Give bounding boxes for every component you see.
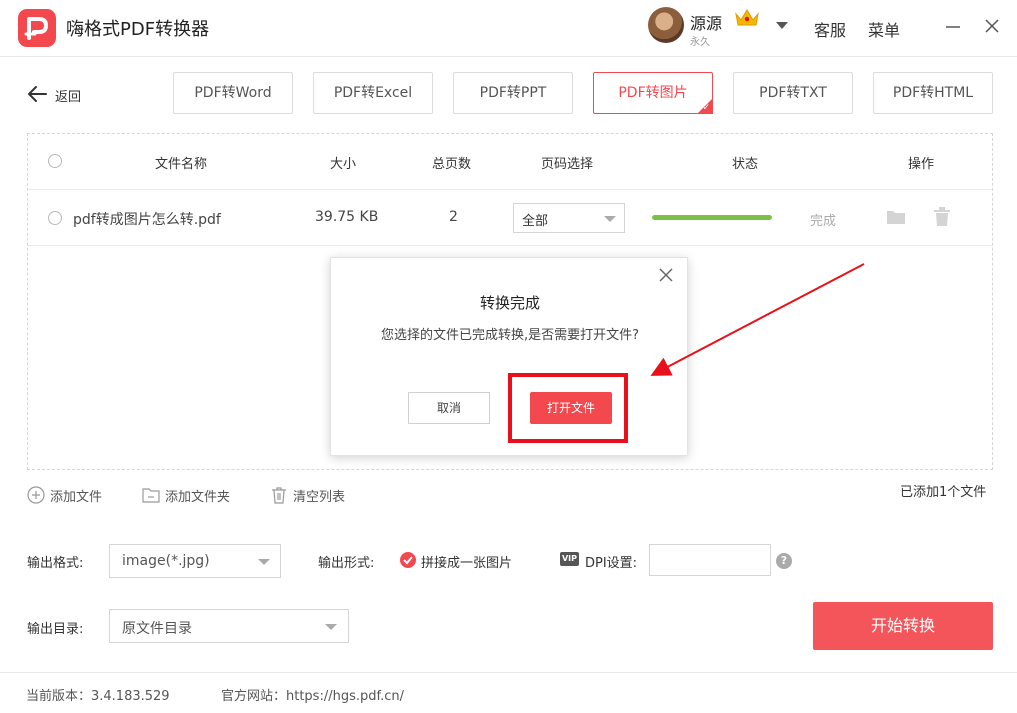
trash-icon[interactable] (933, 207, 951, 231)
output-mode-label: 输出形式: (318, 556, 375, 571)
row-page-count: 2 (449, 209, 458, 225)
page-select-dropdown[interactable]: 全部 (513, 203, 625, 233)
status-text: 完成 (810, 214, 837, 229)
row-select-radio[interactable] (48, 211, 62, 225)
header-divider-line (28, 189, 992, 190)
membership-label: 永久 (690, 37, 710, 48)
back-button[interactable]: 返回 (26, 82, 96, 106)
conversion-progress (652, 215, 772, 220)
user-dropdown-icon[interactable] (776, 22, 788, 29)
add-file-button[interactable]: 添加文件 (26, 485, 116, 505)
output-dir-value: 原文件目录 (122, 621, 192, 637)
output-format-dropdown[interactable]: image(*.jpg) (109, 544, 281, 578)
row-file-name: pdf转成图片怎么转.pdf (73, 212, 221, 228)
header-size: 大小 (330, 157, 357, 172)
header-page-select: 页码选择 (541, 157, 594, 172)
merge-image-checkbox[interactable] (400, 552, 416, 568)
dpi-input[interactable] (649, 544, 771, 576)
close-icon[interactable] (980, 14, 1004, 38)
output-dir-label: 输出目录: (27, 622, 84, 637)
folder-plus-icon (142, 488, 160, 503)
header-divider (0, 56, 1017, 57)
crown-icon (733, 6, 761, 32)
output-format-label: 输出格式: (27, 556, 84, 571)
version-text: 当前版本：3.4.183.529 (26, 689, 170, 704)
header-actions: 操作 (908, 157, 935, 172)
clear-list-button[interactable]: 清空列表 (269, 485, 359, 505)
customer-service-link[interactable]: 客服 (814, 17, 846, 41)
back-label: 返回 (55, 90, 82, 105)
user-name: 源源 (690, 14, 723, 33)
chevron-down-icon (258, 559, 270, 565)
app-title: 嗨格式PDF转换器 (66, 19, 210, 40)
pdf-logo-icon (18, 9, 56, 47)
clear-list-label: 清空列表 (293, 490, 346, 505)
progress-fill (652, 215, 772, 220)
output-format-value: image(*.jpg) (122, 553, 210, 569)
row-divider-line (28, 245, 992, 246)
help-icon[interactable]: ? (776, 553, 792, 569)
avatar[interactable] (648, 7, 684, 43)
tab-pdf-to-ppt[interactable]: PDF转PPT (453, 72, 573, 114)
folder-icon[interactable] (886, 208, 906, 230)
tab-pdf-to-html[interactable]: PDF转HTML (873, 72, 993, 114)
footer-divider (0, 672, 1017, 673)
tab-pdf-to-excel[interactable]: PDF转Excel (313, 72, 433, 114)
tab-pdf-to-image[interactable]: PDF转图片 ✓ (593, 72, 713, 114)
output-dir-dropdown[interactable]: 原文件目录 (109, 609, 349, 643)
file-count-text: 已添加1个文件 (900, 485, 987, 500)
start-convert-button[interactable]: 开始转换 (813, 602, 993, 650)
header-status: 状态 (732, 157, 759, 172)
header-file-name: 文件名称 (155, 157, 208, 172)
page-select-value: 全部 (522, 214, 549, 229)
select-all-radio[interactable] (48, 154, 62, 168)
vip-badge-icon: VIP (560, 552, 579, 566)
cancel-button[interactable]: 取消 (408, 392, 490, 424)
add-file-label: 添加文件 (50, 490, 103, 505)
add-folder-button[interactable]: 添加文件夹 (141, 485, 241, 505)
plus-circle-icon (27, 486, 45, 504)
annotation-arrow-icon (650, 263, 865, 376)
minimize-icon[interactable] (941, 14, 965, 38)
dialog-message: 您选择的文件已完成转换,是否需要打开文件? (380, 328, 640, 343)
dpi-label: DPI设置: (585, 556, 638, 571)
row-file-size: 39.75 KB (315, 209, 379, 225)
dialog-title: 转换完成 (479, 294, 540, 312)
merge-image-option-label: 拼接成一张图片 (421, 556, 513, 571)
check-icon: ✓ (702, 103, 710, 113)
menu-link[interactable]: 菜单 (868, 17, 900, 41)
trash-outline-icon (272, 487, 286, 504)
tab-pdf-to-image-label: PDF转图片 (618, 85, 688, 101)
chevron-down-icon (604, 216, 616, 222)
add-folder-label: 添加文件夹 (165, 490, 231, 505)
header-total-pages: 总页数 (432, 157, 472, 172)
chevron-down-icon (325, 624, 337, 630)
website-link[interactable]: 官方网站：https://hgs.pdf.cn/ (221, 685, 404, 704)
tab-pdf-to-txt[interactable]: PDF转TXT (733, 72, 853, 114)
tab-pdf-to-word[interactable]: PDF转Word (173, 72, 293, 114)
arrow-left-icon (28, 86, 47, 102)
annotation-highlight-box (508, 373, 628, 443)
